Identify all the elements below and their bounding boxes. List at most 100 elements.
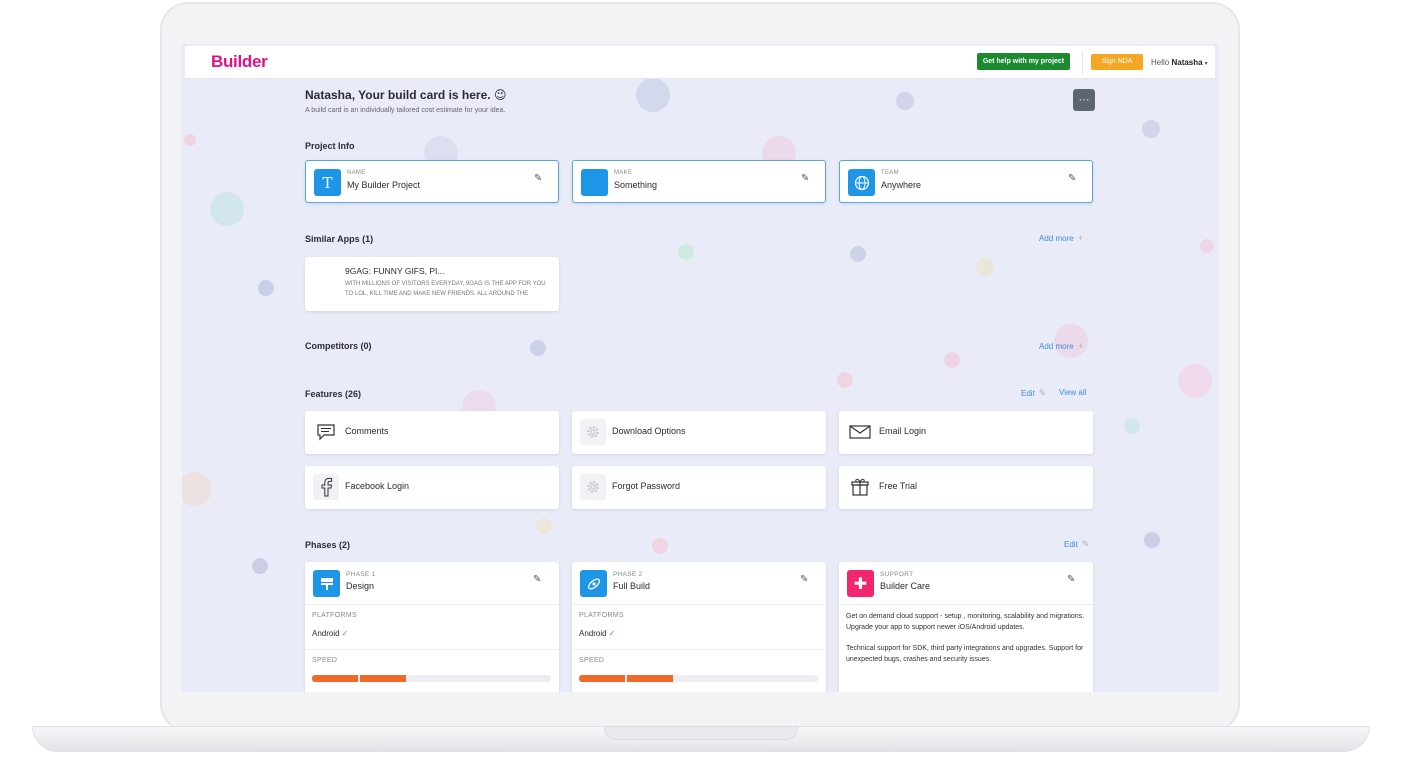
speed-label: SPEED [312,657,338,664]
speed-label: SPEED [579,657,605,664]
feature-card-email-login[interactable]: Email Login [839,411,1093,454]
card-value: My Builder Project [347,180,421,190]
bg-dot [184,134,196,146]
app-screen: Builder Get help with my project Sign ND… [182,44,1218,692]
phase-divider [572,649,826,650]
phase-label: PHASE 2 [613,571,643,578]
header-divider [1082,50,1083,74]
similar-app-card[interactable]: 9GAG: FUNNY GIFS, PI... WITH MILLIONS OF… [305,257,559,311]
phase-card-header: PHASE 2 Full Build ✎ [572,562,826,605]
similar-app-description: WITH MILLIONS OF VISITORS EVERYDAY, 9GAG… [345,281,546,297]
project-team-card[interactable]: TEAM Anywhere ✎ [839,160,1093,203]
gear-icon [580,474,606,500]
phase-card-builder-care[interactable]: ✚ SUPPORT Builder Care ✎ Get on demand c… [839,562,1093,692]
similar-app-title: 9GAG: FUNNY GIFS, PI... [345,266,445,276]
card-value: Something [614,180,658,190]
feature-card-free-trial[interactable]: Free Trial [839,466,1093,509]
plus-icon: + [1077,233,1083,243]
bg-dot [536,518,552,534]
globe-icon [848,169,875,196]
bg-dot [530,340,546,356]
platform-value: Android ✓ [579,629,615,638]
feature-label: Download Options [612,426,686,436]
phase-card-header: PHASE 1 Design ✎ [305,562,559,605]
pencil-icon[interactable]: ✎ [801,173,809,184]
check-icon: ✓ [608,629,616,638]
support-description: Get on demand cloud support - setup , mo… [846,612,1086,665]
phase-label: PHASE 1 [346,571,376,578]
bg-dot [896,92,914,110]
page-subtitle: A build card is an individually tailored… [305,107,506,114]
envelope-icon [847,419,873,445]
bg-dot [837,372,853,388]
support-text-2: Technical support for SDK, third party i… [846,645,1084,663]
pencil-icon[interactable]: ✎ [800,574,808,585]
pencil-icon[interactable]: ✎ [533,574,541,585]
card-label: MAKE [614,170,633,176]
text-T-icon: T [314,169,341,196]
speed-segment [627,675,673,682]
get-help-button[interactable]: Get help with my project [977,53,1070,70]
facebook-icon [313,474,339,500]
competitors-heading: Competitors (0) [305,341,372,351]
speed-segment [312,675,358,682]
pencil-icon[interactable]: ✎ [1068,173,1076,184]
blank-square-icon [581,169,608,196]
laptop-notch [604,726,798,740]
similar-apps-heading: Similar Apps (1) [305,234,374,244]
features-heading: Features (26) [305,389,362,399]
pencil-icon[interactable]: ✎ [534,173,542,184]
feature-card-facebook-login[interactable]: Facebook Login [305,466,559,509]
project-make-card[interactable]: MAKE Something ✎ [572,160,826,203]
feature-label: Free Trial [879,481,918,491]
card-label: NAME [347,170,366,176]
feature-card-comments[interactable]: Comments [305,411,559,454]
page-title: Natasha, Your build card is here. 😉 [305,88,507,102]
more-options-button[interactable]: ··· [1073,89,1095,111]
project-name-card[interactable]: T NAME My Builder Project ✎ [305,160,559,203]
feature-label: Forgot Password [612,481,681,491]
similar-apps-add-more[interactable]: Add more + [1039,233,1083,243]
bg-dot [258,280,274,296]
features-edit[interactable]: Edit ✎ [1021,388,1046,399]
platform-name: Android [312,629,340,638]
bg-dot [850,246,866,262]
design-icon [313,570,340,597]
user-menu[interactable]: Hello Natasha ▾ [1151,58,1208,67]
bg-dot [1144,532,1160,548]
gift-icon [847,474,873,500]
plus-icon: + [1077,341,1083,351]
competitors-add-more[interactable]: Add more + [1039,341,1083,351]
phase-divider [305,649,559,650]
phases-edit[interactable]: Edit ✎ [1064,539,1089,550]
phase-card-full-build[interactable]: PHASE 2 Full Build ✎ PLATFORMS Android ✓ … [572,562,826,692]
feature-label: Email Login [879,426,927,436]
phase-label: SUPPORT [880,571,914,578]
bg-dot [210,192,244,226]
feature-card-download-options[interactable]: Download Options [572,411,826,454]
pencil-icon: ✎ [1038,388,1047,398]
phases-heading: Phases (2) [305,540,351,550]
rocket-icon [580,570,607,597]
add-more-label: Add more [1039,342,1074,351]
bg-dot [1142,120,1160,138]
feature-card-forgot-password[interactable]: Forgot Password [572,466,826,509]
add-more-label: Add more [1039,234,1074,243]
feature-label: Facebook Login [345,481,410,491]
speed-segment [360,675,406,682]
comment-icon [313,419,339,445]
gear-icon [580,419,606,445]
pencil-icon[interactable]: ✎ [1067,574,1075,585]
phase-card-design[interactable]: PHASE 1 Design ✎ PLATFORMS Android ✓ SPEE… [305,562,559,692]
builder-logo[interactable]: Builder [211,52,268,72]
support-text-1: Get on demand cloud support - setup , mo… [846,613,1085,631]
card-value: Anywhere [881,180,922,190]
edit-label: Edit [1064,540,1078,549]
bg-dot [636,78,670,112]
sign-nda-button[interactable]: Sign NDA [1091,54,1143,70]
feature-label: Comments [345,426,389,436]
bg-dot [252,558,268,574]
features-view-all[interactable]: View all [1059,388,1086,397]
bg-dot [1124,418,1140,434]
chevron-down-icon: ▾ [1204,61,1208,67]
